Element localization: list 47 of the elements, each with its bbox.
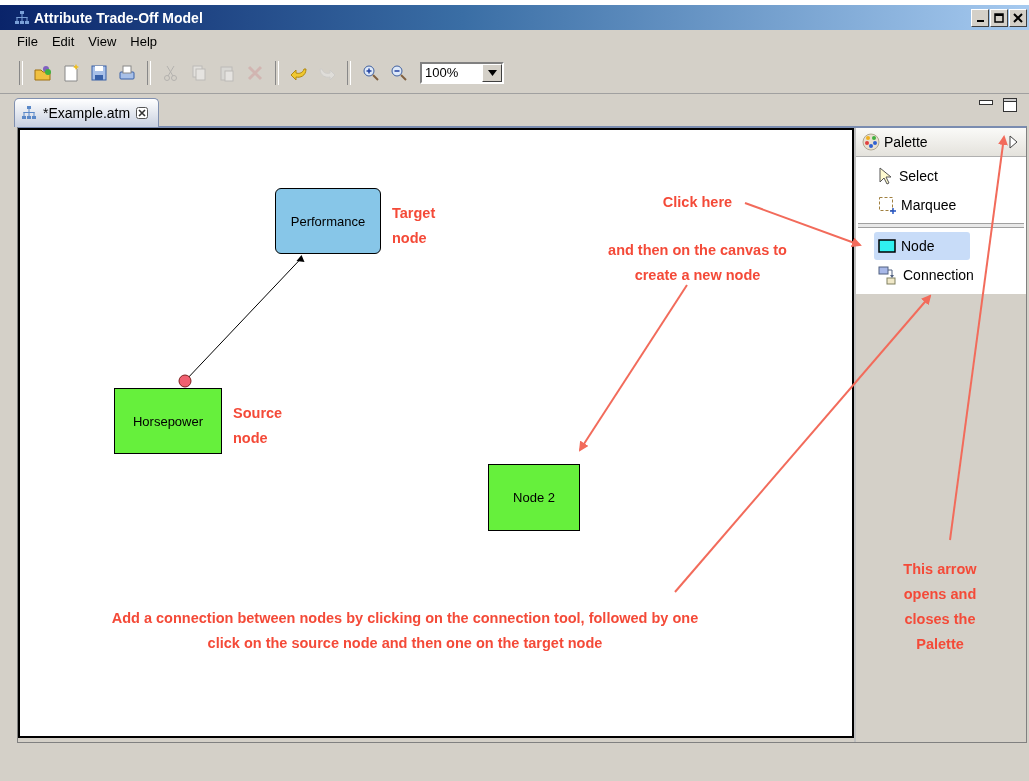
palette-title: Palette (884, 134, 928, 150)
clipboard-icon (217, 63, 237, 83)
printer-icon (117, 63, 137, 83)
menu-item[interactable]: File (10, 34, 45, 52)
folder-icon (33, 63, 53, 83)
annotation-text: Source node (233, 404, 283, 448)
copy-icon (189, 63, 209, 83)
maximize-icon[interactable] (1003, 98, 1017, 112)
diagram-node[interactable]: Performance (275, 188, 381, 254)
palette-item[interactable]: Connection (874, 261, 978, 289)
hierarchy-icon (14, 9, 30, 26)
diagram-node[interactable]: Horsepower (114, 388, 222, 454)
close-button[interactable] (1009, 8, 1027, 27)
zoom-dropdown[interactable]: 100% (420, 62, 504, 84)
minimize-icon (976, 19, 984, 22)
annotation-text: and then on the canvas to create a new node (607, 241, 788, 285)
annotation-text: This arrow opens and closes the Palette (902, 560, 978, 654)
menu-item[interactable]: Edit (44, 34, 82, 52)
connection-icon (878, 265, 898, 285)
menu-item[interactable]: Help (123, 34, 165, 52)
arrow-pointer-icon (878, 167, 894, 185)
editor-tab[interactable]: *Example.atm (14, 98, 160, 127)
palette-item[interactable]: Marquee (874, 191, 970, 219)
hierarchy-icon (21, 105, 37, 121)
menu-item[interactable]: View (81, 34, 124, 52)
minimize-icon[interactable] (979, 98, 993, 106)
palette-item[interactable]: Select (874, 162, 970, 190)
node-icon (878, 239, 896, 253)
document-icon (61, 63, 81, 83)
marquee-icon (878, 196, 896, 214)
dropdown-icon (487, 70, 497, 76)
maximize-icon (994, 12, 1004, 23)
maximize-button[interactable] (990, 8, 1008, 27)
close-icon (1013, 12, 1023, 23)
palette-item[interactable]: Node (874, 232, 970, 260)
palette-icon (862, 133, 880, 151)
zoom-out-icon (389, 63, 409, 83)
close-icon[interactable] (136, 107, 149, 119)
annotation-text: Target node (392, 204, 436, 248)
zoom-in-icon (361, 63, 381, 83)
annotation-text: Click here (661, 193, 734, 212)
triangle-icon[interactable] (1009, 135, 1018, 149)
diagram-node[interactable]: Node 2 (488, 464, 580, 531)
window-title: Attribute Trade-Off Model (34, 9, 203, 26)
delete-icon (245, 63, 265, 83)
minimize-button[interactable] (971, 8, 989, 27)
annotation-text: Add a connection between nodes by clicking on the connection tool, followed by one click on the source node and then one on the target node (110, 609, 700, 653)
